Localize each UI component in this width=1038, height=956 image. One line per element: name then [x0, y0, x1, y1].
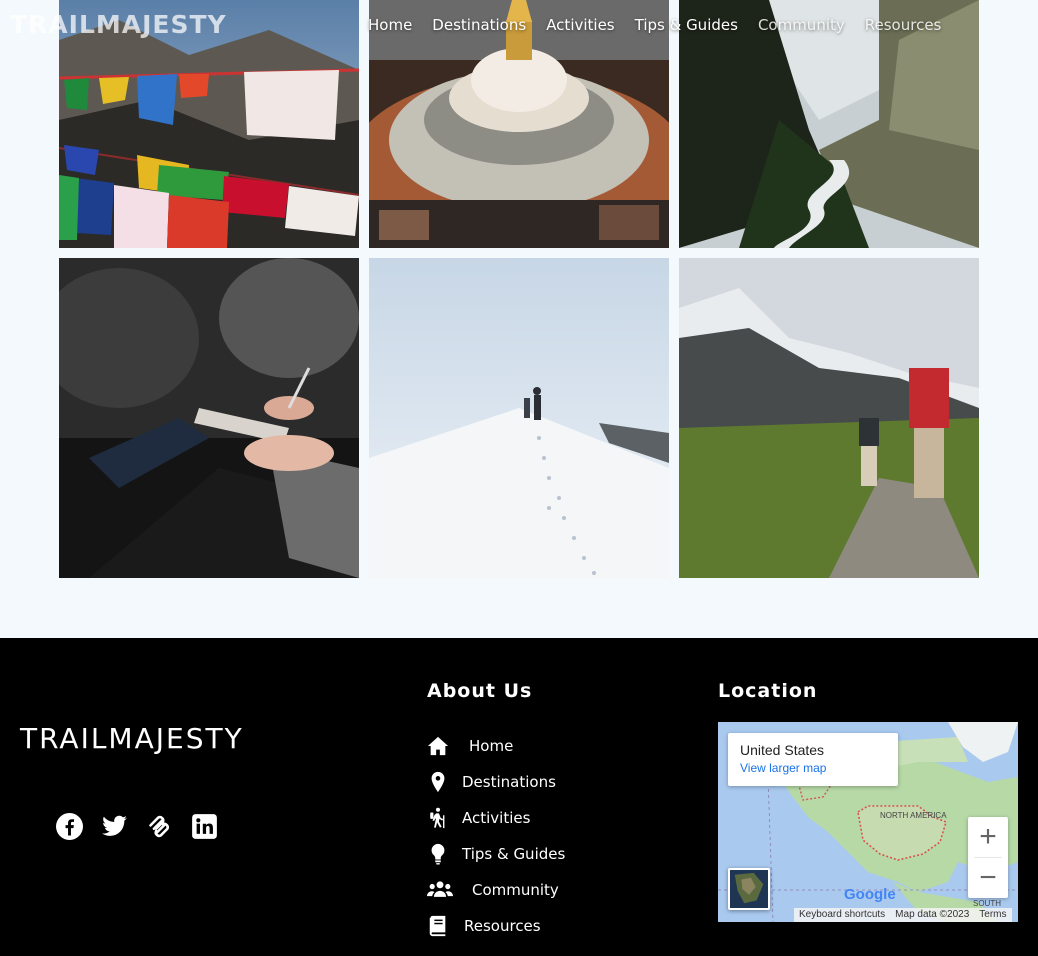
keyboard-shortcuts-link[interactable]: Keyboard shortcuts: [794, 908, 890, 922]
gallery-image-notetaking[interactable]: [59, 258, 359, 578]
nav-home[interactable]: Home: [368, 16, 412, 34]
map-pin-icon: [427, 771, 449, 793]
home-icon: [427, 735, 449, 757]
embedded-map[interactable]: NORTH AMERICA SOUTH United States View l…: [718, 722, 1018, 922]
footer-logo[interactable]: TRAILMAJESTY: [20, 722, 244, 755]
nav-resources[interactable]: Resources: [865, 16, 942, 34]
view-larger-map-link[interactable]: View larger map: [740, 761, 886, 775]
facebook-icon[interactable]: [56, 813, 83, 840]
footer-link-label: Resources: [464, 917, 541, 935]
satellite-thumbnail-icon: [730, 870, 768, 908]
lightbulb-icon: [427, 843, 449, 865]
book-icon: [427, 915, 449, 937]
twitter-icon[interactable]: [101, 813, 128, 840]
nav-activities[interactable]: Activities: [546, 16, 614, 34]
map-place-name: United States: [740, 742, 825, 758]
footer-link-resources[interactable]: Resources: [427, 908, 565, 944]
map-place-card: United States View larger map: [728, 733, 898, 786]
social-links: [56, 813, 218, 840]
map-data-text: Map data ©2023: [895, 909, 970, 920]
nav-tips-guides[interactable]: Tips & Guides: [635, 16, 738, 34]
footer-link-label: Destinations: [462, 773, 556, 791]
google-logo-text: Google: [844, 886, 896, 903]
location-heading: Location: [718, 680, 818, 702]
footer-link-community[interactable]: Community: [427, 872, 565, 908]
main-nav: Home Destinations Activities Tips & Guid…: [368, 16, 941, 34]
zoom-out-button[interactable]: −: [968, 858, 1008, 898]
footer-link-tips-guides[interactable]: Tips & Guides: [427, 836, 565, 872]
footer-link-destinations[interactable]: Destinations: [427, 764, 565, 800]
users-icon: [427, 879, 453, 901]
nav-destinations[interactable]: Destinations: [432, 16, 526, 34]
gallery-image-snow-climbers[interactable]: [369, 258, 669, 578]
footer-link-label: Activities: [462, 809, 531, 827]
nav-community[interactable]: Community: [758, 16, 845, 34]
site-header: TRAILMAJESTY Home Destinations Activitie…: [0, 0, 1038, 52]
hiking-icon: [427, 807, 449, 829]
about-us-heading: About Us: [427, 680, 533, 702]
footer-link-label: Community: [472, 881, 559, 899]
squarespace-icon[interactable]: [146, 813, 173, 840]
photo-gallery: [59, 0, 979, 578]
map-zoom-controls: + −: [968, 817, 1008, 898]
north-america-label: NORTH AMERICA: [880, 811, 947, 820]
site-footer: TRAILMAJESTY About Us Home Destinations …: [0, 638, 1038, 956]
google-logo: Google: [844, 886, 896, 903]
zoom-in-button[interactable]: +: [968, 817, 1008, 857]
footer-link-label: Tips & Guides: [462, 845, 566, 863]
south-america-label: SOUTH: [973, 899, 1001, 908]
terms-link[interactable]: Terms: [974, 908, 1011, 922]
footer-link-activities[interactable]: Activities: [427, 800, 565, 836]
map-attribution: Keyboard shortcuts Map data ©2023 Terms: [794, 908, 1012, 922]
footer-link-home[interactable]: Home: [427, 728, 565, 764]
linkedin-icon[interactable]: [191, 813, 218, 840]
footer-link-label: Home: [469, 737, 514, 755]
site-logo[interactable]: TRAILMAJESTY: [10, 10, 227, 39]
satellite-toggle[interactable]: [728, 868, 770, 910]
footer-links: Home Destinations Activities Tips & Guid…: [427, 728, 565, 944]
gallery-image-hikers[interactable]: [679, 258, 979, 578]
